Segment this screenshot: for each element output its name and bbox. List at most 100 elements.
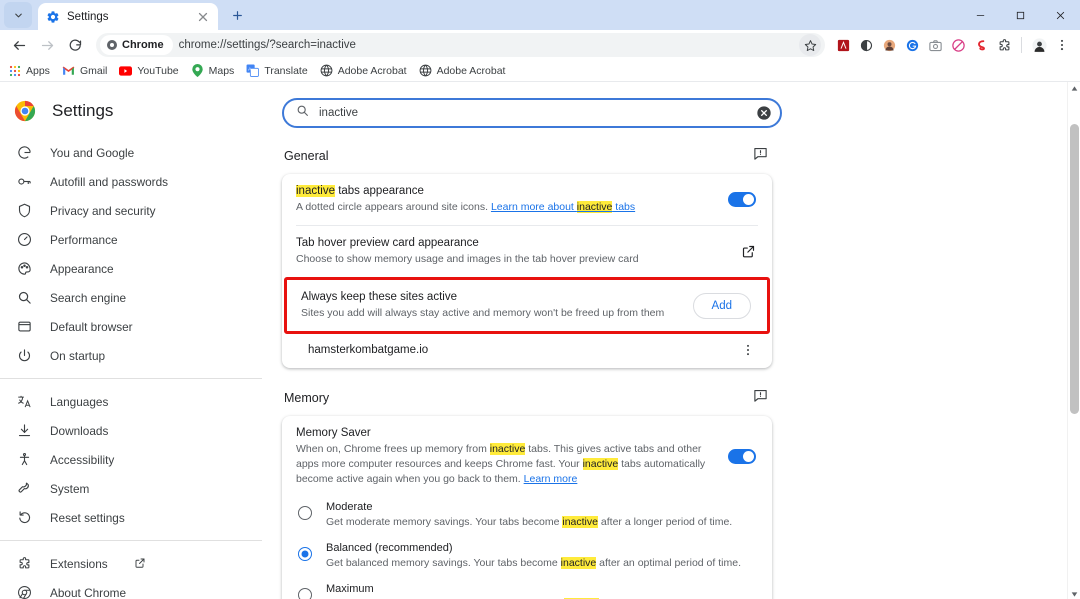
three-dot-menu-icon[interactable]	[1052, 35, 1072, 55]
radio-button[interactable]	[298, 506, 312, 520]
memory-saver-toggle[interactable]	[728, 449, 756, 464]
sidebar-item-label: Languages	[50, 395, 108, 409]
bookmark-gmail[interactable]: Gmail	[62, 64, 107, 77]
bookmarks-bar: Apps Gmail YouTube Maps A Translate Adob…	[0, 60, 1080, 82]
sidebar-item-languages[interactable]: Languages	[0, 387, 278, 416]
learn-more-link[interactable]: Learn more	[524, 473, 578, 485]
sidebar-item-default-browser[interactable]: Default browser	[0, 312, 278, 341]
external-link-icon[interactable]	[741, 244, 756, 259]
feedback-icon[interactable]	[753, 388, 768, 408]
screenshot-camera-icon[interactable]	[925, 35, 945, 55]
scroll-down-arrow-icon[interactable]	[1068, 588, 1080, 599]
add-button[interactable]: Add	[693, 293, 751, 319]
bookmark-youtube[interactable]: YouTube	[119, 64, 178, 77]
radio-button[interactable]	[298, 547, 312, 561]
radio-label: Balanced (recommended)	[326, 542, 453, 554]
adobe-extension-icon[interactable]	[833, 35, 853, 55]
apps-grid-icon	[8, 64, 21, 77]
back-arrow-icon[interactable]	[6, 32, 32, 58]
minimize-button[interactable]	[960, 0, 1000, 30]
row-subtitle: When on, Chrome frees up memory from ina…	[296, 442, 716, 487]
sub-part-1: When on, Chrome frees up memory from	[296, 443, 490, 455]
radio-option-balanced[interactable]: Balanced (recommended) Get balanced memo…	[282, 534, 772, 575]
sidebar-item-extensions[interactable]: Extensions	[0, 549, 278, 578]
row-tab-hover-preview[interactable]: Tab hover preview card appearance Choose…	[282, 226, 772, 277]
close-icon[interactable]	[196, 10, 210, 24]
forward-arrow-icon[interactable]	[34, 32, 60, 58]
browser-toolbar: Chrome chrome://settings/?search=inactiv…	[0, 30, 1080, 60]
window-controls	[960, 0, 1080, 30]
radio-label: Moderate	[326, 501, 372, 513]
row-title: inactive tabs appearance	[296, 184, 716, 199]
browser-tab-settings[interactable]: Settings	[38, 3, 218, 30]
row-site-hamsterkombatgame[interactable]: hamsterkombatgame.io	[282, 334, 772, 368]
toolbar-extension-icons	[833, 35, 1074, 55]
row-always-keep-sites-active[interactable]: Always keep these sites active Sites you…	[287, 280, 767, 331]
memory-card: Memory Saver When on, Chrome frees up me…	[282, 416, 772, 599]
scroll-up-arrow-icon[interactable]	[1068, 82, 1080, 95]
bookmark-adobe-acrobat-2[interactable]: Adobe Acrobat	[419, 64, 506, 77]
chrome-logo-icon	[14, 100, 36, 122]
translate-a-icon	[16, 394, 32, 410]
feedback-icon[interactable]	[753, 146, 768, 166]
sidebar-item-you-and-google[interactable]: You and Google	[0, 138, 278, 167]
search-input[interactable]: inactive	[282, 98, 782, 128]
radio-option-maximum[interactable]: Maximum Get maximum memory savings. Your…	[282, 575, 772, 599]
sidebar-item-label: System	[50, 482, 89, 496]
address-bar[interactable]: Chrome chrome://settings/?search=inactiv…	[96, 33, 825, 57]
sidebar-item-search-engine[interactable]: Search engine	[0, 283, 278, 312]
sidebar-item-label: Autofill and passwords	[50, 175, 168, 189]
sidebar-item-privacy-and-security[interactable]: Privacy and security	[0, 196, 278, 225]
page-scrollbar[interactable]	[1067, 82, 1080, 599]
sidebar-item-system[interactable]: System	[0, 474, 278, 503]
sidebar-item-about-chrome[interactable]: About Chrome	[0, 578, 278, 599]
sidebar-item-autofill-and-passwords[interactable]: Autofill and passwords	[0, 167, 278, 196]
page-title: Settings	[52, 101, 113, 121]
row-memory-saver[interactable]: Memory Saver When on, Chrome frees up me…	[282, 416, 772, 493]
dark-reader-icon[interactable]	[856, 35, 876, 55]
inactive-tabs-toggle[interactable]	[728, 192, 756, 207]
sidebar-item-appearance[interactable]: Appearance	[0, 254, 278, 283]
row-title: Always keep these sites active	[301, 290, 681, 305]
sidebar-item-downloads[interactable]: Downloads	[0, 416, 278, 445]
sidebar-item-reset-settings[interactable]: Reset settings	[0, 503, 278, 532]
sidebar-item-accessibility[interactable]: Accessibility	[0, 445, 278, 474]
learn-more-link[interactable]: Learn more about inactive tabs	[491, 201, 635, 213]
star-icon[interactable]	[799, 34, 821, 56]
sidebar-item-label: Default browser	[50, 320, 133, 334]
highlight-term: inactive	[577, 201, 613, 213]
row-inactive-tabs-appearance[interactable]: inactive tabs appearance A dotted circle…	[282, 174, 772, 225]
scribd-icon[interactable]	[971, 35, 991, 55]
bookmark-apps[interactable]: Apps	[8, 64, 50, 77]
profile-extension-icon[interactable]	[879, 35, 899, 55]
section-title: Memory	[284, 391, 329, 405]
bookmark-adobe-acrobat-1[interactable]: Adobe Acrobat	[320, 64, 407, 77]
bookmark-maps[interactable]: Maps	[191, 64, 235, 77]
speedometer-icon	[16, 232, 32, 248]
highlight-term: inactive	[561, 557, 597, 569]
reset-icon	[16, 510, 32, 526]
radio-option-moderate[interactable]: Moderate Get moderate memory savings. Yo…	[282, 493, 772, 534]
clear-circle-icon[interactable]	[756, 105, 772, 121]
maximize-button[interactable]	[1000, 0, 1040, 30]
close-window-button[interactable]	[1040, 0, 1080, 30]
new-tab-button[interactable]	[224, 2, 250, 28]
sidebar-item-on-startup[interactable]: On startup	[0, 341, 278, 370]
bookmark-translate[interactable]: A Translate	[246, 64, 307, 77]
kebab-menu-icon[interactable]	[740, 342, 756, 358]
scrollbar-thumb[interactable]	[1070, 124, 1079, 414]
adblock-icon[interactable]	[948, 35, 968, 55]
tab-search-button[interactable]	[4, 2, 32, 28]
url-text: chrome://settings/?search=inactive	[179, 39, 793, 51]
grammarly-icon[interactable]	[902, 35, 922, 55]
google-g-icon	[16, 145, 32, 161]
reload-icon[interactable]	[62, 32, 88, 58]
extension-puzzle-icon[interactable]	[994, 35, 1014, 55]
radio-button[interactable]	[298, 588, 312, 599]
section-header-memory: Memory	[282, 388, 782, 408]
sidebar-item-performance[interactable]: Performance	[0, 225, 278, 254]
general-card: inactive tabs appearance A dotted circle…	[282, 174, 772, 368]
gmail-icon	[62, 64, 75, 77]
search-icon	[296, 104, 309, 122]
avatar-icon[interactable]	[1029, 35, 1049, 55]
